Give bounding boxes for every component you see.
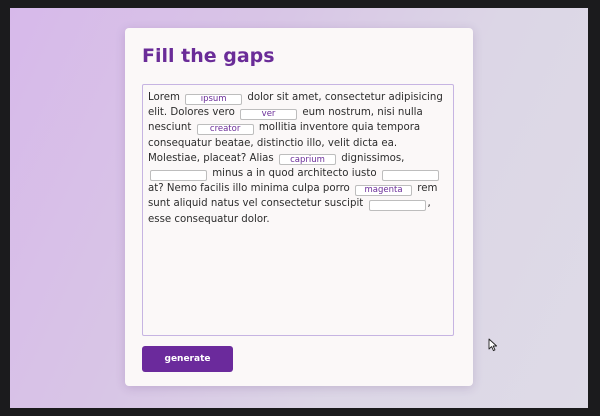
fill-gaps-card: Fill the gaps Lorem dolor sit amet, cons… xyxy=(125,28,473,386)
gap-input-5[interactable] xyxy=(150,169,207,181)
gap-input-3[interactable] xyxy=(196,123,254,135)
passage-text: at? Nemo facilis illo minima culpa porro xyxy=(148,183,350,195)
gap-input-8[interactable] xyxy=(368,199,426,211)
passage-textarea[interactable]: Lorem dolor sit amet, consectetur adipis… xyxy=(142,84,454,336)
passage-text: minus a in quod architecto iusto xyxy=(212,168,377,180)
passage-text: dignissimos, xyxy=(341,152,405,164)
browser-viewport: Fill the gaps Lorem dolor sit amet, cons… xyxy=(10,8,588,408)
passage-text: Lorem xyxy=(148,92,180,103)
gap-input-4[interactable] xyxy=(278,154,336,166)
page-title: Fill the gaps xyxy=(142,45,275,67)
generate-button[interactable]: generate xyxy=(142,346,233,372)
gap-input-1[interactable] xyxy=(185,93,243,105)
mouse-pointer-icon xyxy=(488,338,498,352)
gap-input-6[interactable] xyxy=(381,169,439,181)
gap-input-7[interactable] xyxy=(355,184,413,196)
gap-input-2[interactable] xyxy=(240,108,298,120)
